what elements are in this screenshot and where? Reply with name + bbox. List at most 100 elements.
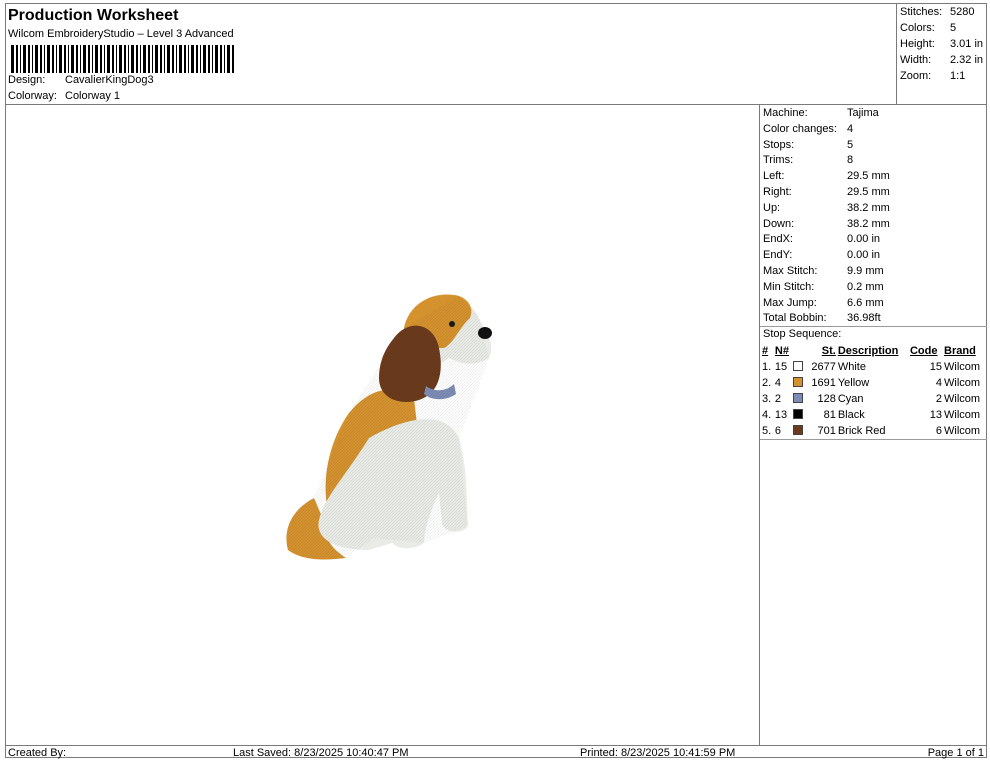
machine-row: Right: 29.5 mm <box>763 186 890 198</box>
color-code: 4 <box>935 377 943 389</box>
col-stitches: St. <box>821 345 836 357</box>
machine-value: 0.00 in <box>847 233 881 246</box>
machine-value: 9.9 mm <box>847 265 884 277</box>
swatch-icon <box>793 425 804 435</box>
machine-label: Up: <box>763 201 781 214</box>
colorway-label: Colorway: <box>8 90 57 102</box>
design-value: CavalierKingDog3 <box>65 74 154 86</box>
divider <box>760 326 987 327</box>
swatch-icon <box>793 409 804 419</box>
needle-num: 2 <box>774 393 782 405</box>
stat-label: Colors: <box>900 22 935 34</box>
table-header-row: # N# St. Description Code Brand <box>761 343 987 359</box>
stop-sequence-label: Stop Sequence: <box>763 328 842 340</box>
machine-value: 4 <box>847 122 854 135</box>
machine-row: EndX: 0.00 in <box>763 233 880 245</box>
machine-row: Left: 29.5 mm <box>763 170 890 182</box>
table-row: 3. 2 128 Cyan 2 Wilcom <box>761 391 987 407</box>
machine-label: Color changes: <box>763 122 837 135</box>
software-subtitle: Wilcom EmbroideryStudio – Level 3 Advanc… <box>8 28 234 40</box>
machine-label: EndX: <box>763 233 793 246</box>
thread-brand: Wilcom <box>944 377 981 389</box>
page-number: Page 1 of 1 <box>927 747 984 759</box>
stitch-count: 1691 <box>811 377 836 389</box>
machine-row: Stops: 5 <box>763 139 853 151</box>
machine-value: 5 <box>847 138 854 151</box>
col-brand: Brand <box>944 345 976 357</box>
stitch-count: 701 <box>817 425 836 437</box>
stat-value: 2.32 in <box>950 54 984 66</box>
design-canvas <box>6 105 760 745</box>
table-row: 1. 15 2677 White 15 Wilcom <box>761 359 987 375</box>
stat-label: Zoom: <box>900 70 932 82</box>
stat-value: 1:1 <box>950 70 966 82</box>
color-code: 13 <box>929 409 943 421</box>
machine-label: Max Jump: <box>763 296 817 309</box>
barcode-image <box>11 45 234 73</box>
color-code: 15 <box>929 361 943 373</box>
col-num: # <box>762 345 769 357</box>
page-title: Production Worksheet <box>8 7 179 24</box>
machine-value: 0.2 mm <box>847 280 884 293</box>
stat-label: Height: <box>900 38 935 50</box>
machine-info-panel: Machine: Tajima Color changes: 4 Stops: 5 Trim… <box>760 105 987 745</box>
machine-row: Trims: 8 <box>763 154 853 166</box>
table-row: 2. 4 1691 Yellow 4 Wilcom <box>761 375 987 391</box>
needle-num: 13 <box>774 409 788 421</box>
stop-sequence-table: # N# St. Description Code Brand 1. 15 2677… <box>761 343 987 439</box>
machine-row: Min Stitch: 0.2 mm <box>763 281 884 293</box>
thread-brand: Wilcom <box>944 425 981 437</box>
machine-label: Trims: <box>763 154 794 167</box>
machine-value: 38.2 mm <box>847 217 890 230</box>
color-swatch <box>792 359 806 375</box>
machine-label: Max Stitch: <box>763 265 818 277</box>
embroidered-dog-image <box>286 294 492 560</box>
machine-label: EndY: <box>763 249 793 262</box>
stat-label: Width: <box>900 54 932 66</box>
swatch-icon <box>793 361 804 371</box>
machine-label: Machine: <box>763 107 808 119</box>
machine-row: Max Stitch: 9.9 mm <box>763 265 884 277</box>
color-description: Black <box>837 409 865 421</box>
needle-num: 4 <box>774 377 782 389</box>
color-swatch <box>792 375 806 391</box>
machine-value: 0.00 in <box>847 249 881 262</box>
worksheet-footer: Created By: Last Saved: 8/23/2025 10:40:… <box>6 745 987 759</box>
colorway-value: Colorway 1 <box>65 90 121 102</box>
machine-row: Total Bobbin: 36.98ft <box>763 312 881 324</box>
color-code: 6 <box>935 425 943 437</box>
machine-row: Machine: Tajima <box>763 107 879 119</box>
machine-value: 36.98ft <box>847 312 881 325</box>
stat-value: 5280 <box>950 6 975 18</box>
col-needle: N# <box>774 345 789 357</box>
divider <box>760 439 987 440</box>
table-row: 5. 6 701 Brick Red 6 Wilcom <box>761 423 987 439</box>
machine-label: Total Bobbin: <box>763 312 827 325</box>
machine-value: 38.2 mm <box>847 201 890 214</box>
stat-width: Width: 2.32 in <box>900 54 983 66</box>
worksheet-header: Production Worksheet Wilcom EmbroiderySt… <box>6 4 896 105</box>
colorway-row: Colorway: Colorway 1 <box>8 90 120 102</box>
created-by: Created By: <box>8 747 67 759</box>
needle-num: 15 <box>774 361 788 373</box>
design-row: Design: CavalierKingDog3 <box>8 74 154 86</box>
needle-num: 6 <box>774 425 782 437</box>
stat-value: 3.01 in <box>950 38 984 50</box>
machine-row: Up: 38.2 mm <box>763 202 890 214</box>
stop-num: 1. <box>762 361 772 373</box>
machine-value: 8 <box>847 154 854 167</box>
color-description: Yellow <box>837 377 870 389</box>
design-label: Design: <box>8 74 46 86</box>
swatch-icon <box>793 377 804 387</box>
stop-num: 3. <box>762 393 772 405</box>
stat-height: Height: 3.01 in <box>900 38 983 50</box>
machine-value: 6.6 mm <box>847 296 884 309</box>
col-code: Code <box>909 345 938 357</box>
stitch-count: 128 <box>817 393 836 405</box>
stop-num: 5. <box>762 425 772 437</box>
col-description: Description <box>837 345 899 357</box>
stat-colors: Colors: 5 <box>900 22 956 34</box>
stat-value: 5 <box>950 22 957 34</box>
machine-label: Min Stitch: <box>763 280 815 293</box>
stop-num: 2. <box>762 377 772 389</box>
